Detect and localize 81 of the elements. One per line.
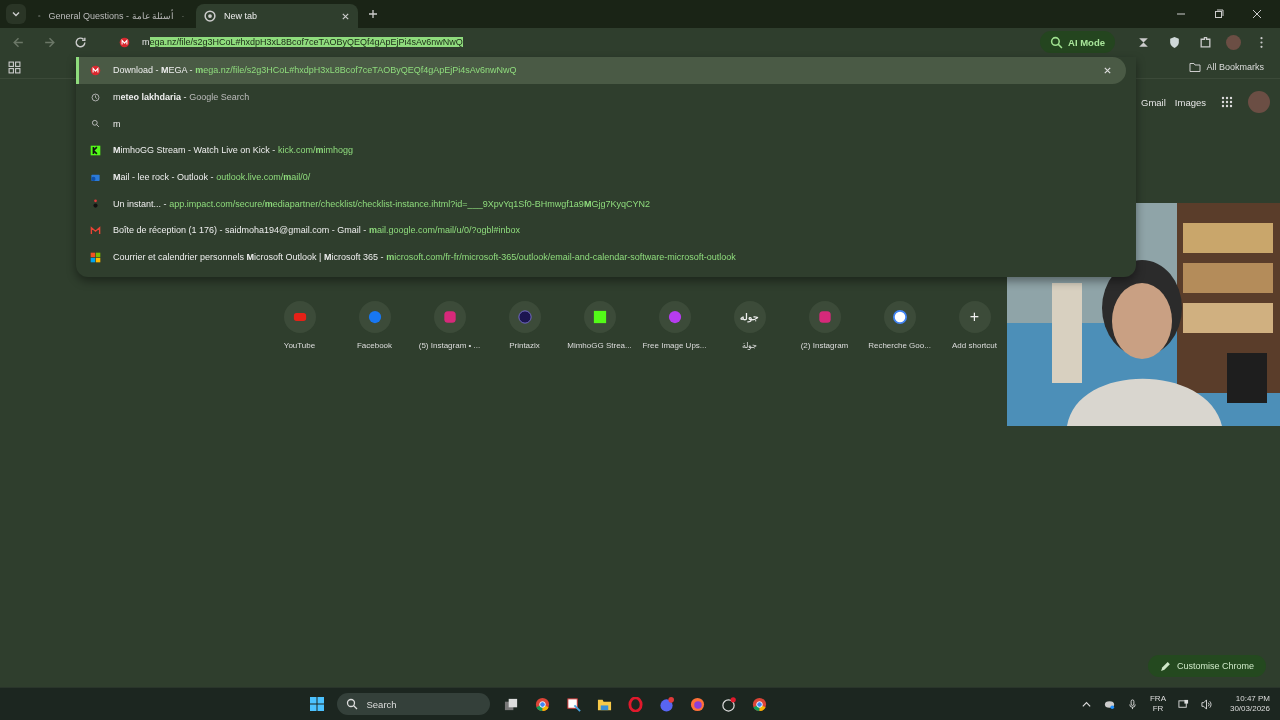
microphone-icon[interactable] — [1126, 698, 1138, 710]
restore-icon[interactable] — [1214, 9, 1224, 19]
shortcut-glyph: + — [969, 308, 980, 326]
mega-icon — [90, 64, 101, 76]
suggestion-text: MimhoGG Stream - Watch Live on Kick - kick.com/mimhogg — [113, 145, 354, 156]
suggestion-row[interactable]: m — [76, 110, 1126, 138]
suggestion-text: m — [113, 118, 122, 129]
suggestion-text: Mail - lee rock - Outlook - outlook.live.com/mail/0/ — [113, 172, 312, 183]
customise-chrome-button[interactable]: Customise Chrome — [1147, 655, 1266, 677]
instagram-icon — [442, 310, 457, 324]
shortcut-tile[interactable]: Recherche Goo... — [868, 301, 931, 350]
input-language-indicator[interactable]: FRA FR — [1149, 694, 1166, 714]
opera-icon[interactable] — [628, 696, 644, 712]
chrome-icon[interactable] — [535, 696, 551, 712]
new-tab-icon[interactable] — [368, 9, 378, 19]
remove-icon[interactable] — [1103, 65, 1112, 75]
pencil-icon — [1159, 660, 1171, 672]
kick-icon — [90, 144, 101, 156]
back-icon[interactable] — [12, 35, 25, 49]
task-view-icon[interactable] — [504, 696, 520, 712]
shortcut-tile[interactable]: (2) Instagram — [793, 301, 856, 350]
gmail-icon — [90, 224, 101, 236]
google-icon — [892, 310, 907, 324]
search-icon — [90, 118, 101, 130]
cloud-icon[interactable] — [1103, 698, 1115, 710]
chevron-down-icon — [11, 9, 21, 19]
facebook-icon — [367, 310, 382, 324]
suggestion-text: Download - MEGA - mega.nz/file/s2g3HCoL#hxdpH3xL8Bcof7ceTAOByQEQf4gApEjPi4sAv6nwNwQ — [113, 65, 518, 76]
obs-icon[interactable] — [721, 696, 737, 712]
shortcut-tile[interactable]: Facebook — [343, 301, 406, 350]
search-icon — [346, 698, 359, 710]
suggestion-row[interactable]: Download - MEGA - mega.nz/file/s2g3HCoL#hxdpH3xL8Bcof7ceTAOByQEQf4gApEjPi4sAv6nwNwQ — [76, 57, 1126, 84]
snipping-tool-icon[interactable] — [566, 696, 582, 712]
chrome-icon[interactable] — [752, 696, 768, 712]
shortcut-tile[interactable]: (5) Instagram • ... — [418, 301, 481, 350]
suggestion-text: Un instant... - app.impact.com/secure/mediapartner/checklist/checklist-instance.ihtml?id=___9XpvYq1Sf0-BHmwgf1a9MGjg7KyqCYN2 — [113, 198, 651, 209]
firefox-icon[interactable] — [690, 696, 706, 712]
suggestion-text: meteo lakhdaria - Google Search — [113, 92, 251, 103]
suggestion-text: Boîte de réception (1 176) - saidmoha194@gmail.com - Gmail - mail.google.com/mail/u/0/?ogbl#inbox — [113, 225, 522, 236]
taskbar-search-field[interactable]: Search — [337, 693, 491, 715]
shortcut-tile[interactable]: MimhoGG Strea... — [568, 301, 631, 350]
suggestion-row[interactable]: Un instant... - app.impact.com/secure/mediapartner/checklist/checklist-instance.ihtml?id=___9XpvYq1Sf0-BHmwgf1a9MGjg7KyqCYN2 — [76, 190, 1126, 218]
shield-icon[interactable] — [1168, 35, 1181, 49]
ai-mode-button[interactable]: AI Mode — [1040, 31, 1115, 53]
network-icon[interactable] — [1177, 698, 1189, 710]
shortcut-tile[interactable]: جوله جولة — [718, 301, 781, 350]
forward-icon[interactable] — [43, 35, 56, 49]
windows-logo-icon[interactable] — [309, 696, 326, 712]
reload-icon[interactable] — [74, 35, 87, 49]
puzzle-icon[interactable] — [1199, 35, 1212, 49]
chrome-icon — [204, 10, 216, 22]
browser-tab[interactable]: General Questions - أسئلة عامة — [30, 4, 192, 28]
shortcut-tile[interactable]: YouTube — [268, 301, 331, 350]
history-icon — [90, 91, 101, 103]
speaker-icon[interactable] — [1200, 698, 1212, 710]
google-link[interactable]: Gmail — [1141, 96, 1166, 108]
google-link[interactable]: Images — [1174, 96, 1206, 108]
taskbar-clock[interactable]: 10:47 PM 30/03/2026 — [1229, 694, 1270, 714]
apps-grid-icon[interactable] — [8, 60, 21, 74]
browser-tab[interactable]: New tab — [196, 4, 358, 28]
discord-icon[interactable] — [659, 696, 675, 712]
shortcut-tile[interactable]: Printazix — [493, 301, 556, 350]
all-bookmarks-button[interactable]: All Bookmarks — [1183, 60, 1270, 74]
folder-icon — [1189, 61, 1202, 73]
shortcut-tile[interactable]: + Add shortcut — [943, 301, 1006, 350]
address-field[interactable]: mega.nz/file/s2g3HCoL#hxdpH3xL8Bcof7ceTAOByQEQf4gApEjPi4sAv6nwNwQ — [101, 28, 1031, 56]
suggestion-row[interactable]: Boîte de réception (1 176) - saidmoha194@gmail.com - Gmail - mail.google.com/mail/u/0/?ogbl#inbox — [76, 217, 1126, 244]
kick-icon — [592, 310, 607, 324]
apps-grid-icon[interactable] — [1221, 96, 1233, 108]
suggestion-row[interactable]: MimhoGG Stream - Watch Live on Kick - kick.com/mimhogg — [76, 137, 1126, 164]
suggestion-text: Courrier et calendrier personnels Microsoft Outlook | Microsoft 365 - microsoft.com/fr-fr/microsoft-365/outlook/email-and-calendar-software-microsoft-outlook — [113, 252, 737, 263]
shortcut-glyph: جوله — [740, 312, 759, 322]
mega-icon — [119, 36, 130, 48]
windows-logo-icon — [90, 251, 101, 263]
suggestion-row[interactable]: meteo lakhdaria - Google Search — [76, 83, 1126, 111]
instagram-icon — [817, 310, 832, 324]
youtube-icon — [292, 310, 307, 324]
suggestion-row[interactable]: Mail - lee rock - Outlook - outlook.live.com/mail/0/ — [76, 163, 1126, 191]
suggestion-row[interactable]: Courrier et calendrier personnels Microsoft Outlook | Microsoft 365 - microsoft.com/fr-fr/microsoft-365/outlook/email-and-calendar-software-microsoft-outlook — [76, 243, 1126, 271]
tab-search-button[interactable] — [6, 4, 26, 24]
shortcut-tile[interactable]: Free Image Ups... — [643, 301, 706, 350]
